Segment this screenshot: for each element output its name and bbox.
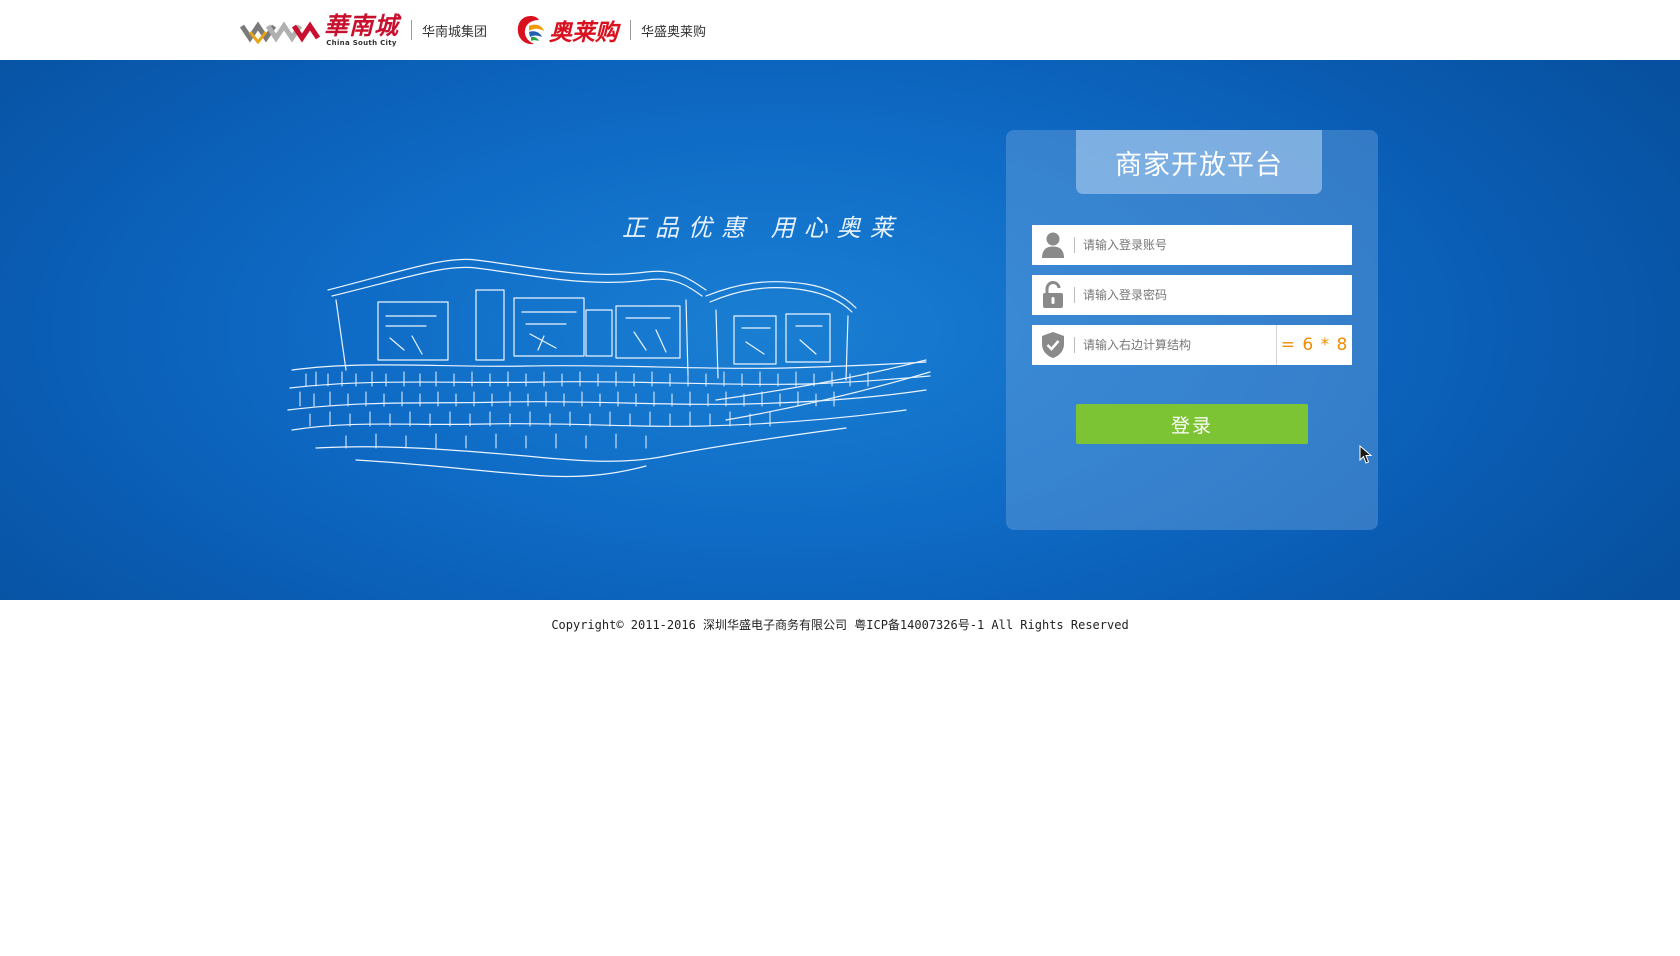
field-separator [1074, 237, 1075, 253]
platform-title: 商家开放平台 [1115, 149, 1283, 181]
login-panel-header: 商家开放平台 [1076, 130, 1322, 194]
password-field[interactable] [1032, 275, 1352, 315]
brand-divider [630, 20, 631, 40]
banner-slogan: 正品优惠 用心奥莱 [622, 214, 903, 242]
china-south-city-group-name: 华南城集团 [422, 24, 488, 40]
outlet-go-logo-text: 奥莱购 [549, 20, 618, 46]
china-south-city-brand[interactable]: 華南城 China South City 华南城集团 [240, 10, 487, 50]
copyright-text: Copyright© 2011-2016 深圳华盛电子商务有限公司 粤ICP备1… [551, 618, 1129, 632]
user-icon [1032, 225, 1074, 265]
site-footer: Copyright© 2011-2016 深圳华盛电子商务有限公司 粤ICP备1… [0, 616, 1680, 633]
csc-zigzag-icon [240, 21, 321, 44]
captcha-field[interactable]: = 6 * 8 [1032, 325, 1352, 365]
outlet-go-brand[interactable]: 奥莱购 华盛奥莱购 [515, 10, 706, 50]
account-input[interactable] [1083, 226, 1352, 264]
account-field[interactable] [1032, 225, 1352, 265]
outlet-go-swirl-icon [517, 16, 544, 45]
csc-logo-script: 華南城 [324, 11, 399, 40]
brand-divider [411, 20, 412, 40]
outlet-go-logo: 奥莱购 [515, 13, 618, 47]
field-separator [1074, 337, 1075, 353]
captcha-input[interactable] [1083, 326, 1276, 364]
outlet-go-name: 华盛奥莱购 [641, 24, 707, 40]
outlet-mall-sketch [287, 258, 931, 478]
login-button[interactable]: 登录 [1076, 404, 1308, 444]
login-banner: 正品优惠 用心奥莱 商家开放平台 请输入登录账号 请输入右边计算结构 = 6 *… [0, 60, 1680, 600]
login-panel: 商家开放平台 请输入登录账号 请输入右边计算结构 = 6 * 8 登录 [1006, 130, 1378, 530]
mouse-cursor-icon [1359, 445, 1373, 464]
shield-check-icon [1032, 325, 1074, 365]
password-input[interactable] [1083, 276, 1352, 314]
field-separator [1074, 287, 1075, 303]
china-south-city-logo: 華南城 China South City [240, 13, 399, 47]
site-header: 華南城 China South City 华南城集团 奥莱购 华盛奥莱购 [0, 0, 1680, 60]
csc-logo-english: China South City [326, 39, 397, 47]
captcha-question[interactable]: = 6 * 8 [1276, 325, 1352, 365]
lock-icon [1032, 275, 1074, 315]
